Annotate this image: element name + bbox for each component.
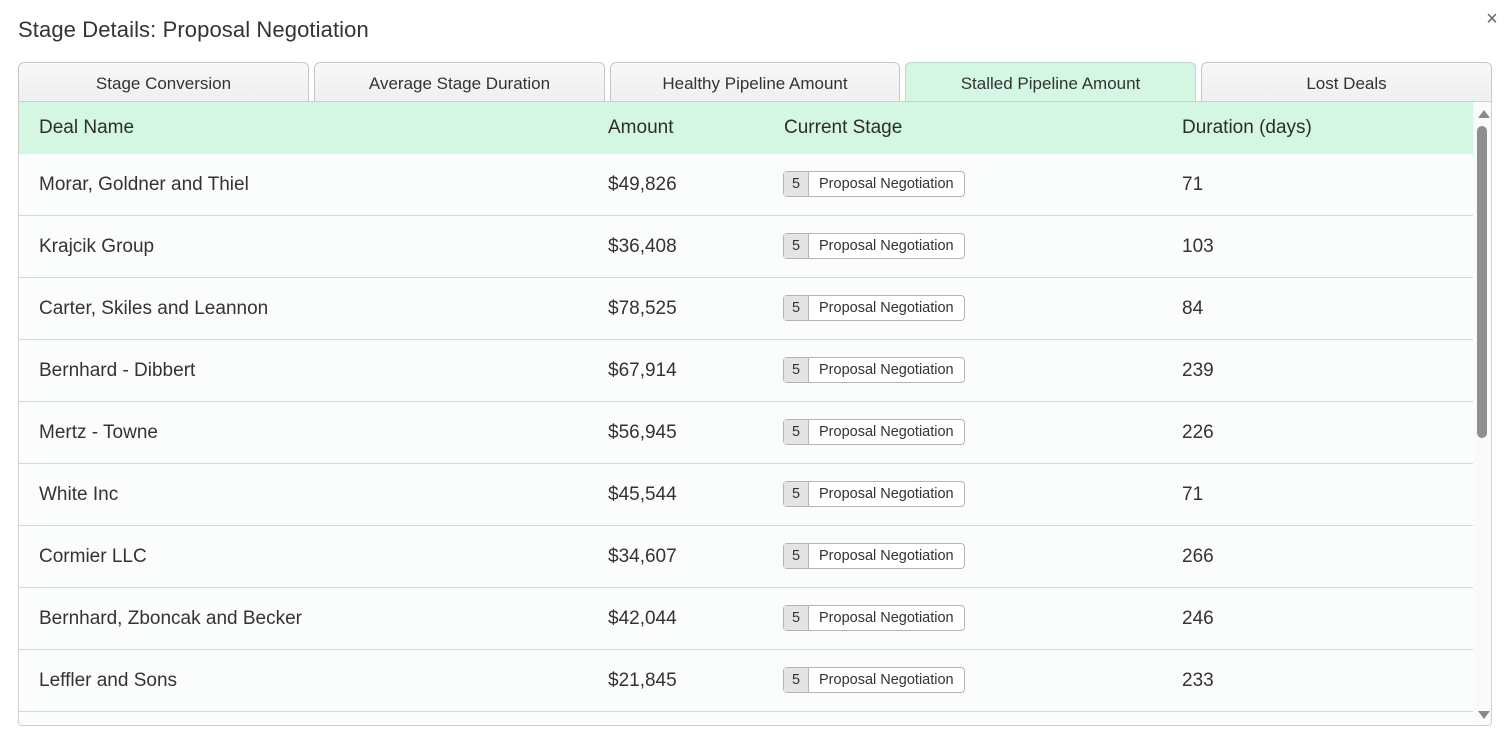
stage-label: Proposal Negotiation bbox=[819, 672, 954, 688]
amount-cell: $21,845 bbox=[608, 670, 677, 691]
deals-table-panel: Deal Name Amount Current Stage Duration … bbox=[18, 101, 1492, 726]
stage-label: Proposal Negotiation bbox=[819, 548, 954, 564]
table-header: Deal Name Amount Current Stage Duration … bbox=[19, 102, 1473, 155]
vertical-scrollbar[interactable] bbox=[1474, 102, 1491, 725]
stage-number: 5 bbox=[784, 296, 809, 320]
duration-cell: 246 bbox=[1182, 608, 1214, 629]
deal-name-cell: Krajcik Group bbox=[39, 236, 155, 257]
table-row[interactable]: Krajcik Group $36,408 5 Proposal Negotiatio… bbox=[19, 216, 1473, 278]
deal-name-cell: Carter, Skiles and Leannon bbox=[39, 298, 269, 319]
deal-name-cell: Bernhard, Zboncak and Becker bbox=[39, 608, 302, 629]
tab-stage-conversion[interactable]: Stage Conversion bbox=[18, 62, 309, 102]
stage-badge: 5 Proposal Negotiation bbox=[783, 481, 965, 507]
table-body: Morar, Goldner and Thiel $49,826 5 Proposal… bbox=[19, 154, 1473, 725]
amount-cell: $42,044 bbox=[608, 608, 677, 629]
stage-badge: 5 Proposal Negotiation bbox=[783, 171, 965, 197]
duration-cell: 233 bbox=[1182, 670, 1214, 691]
table-row[interactable]: Carter, Skiles and Leannon $78,525 5 Propos… bbox=[19, 278, 1473, 340]
tab-average-stage-duration[interactable]: Average Stage Duration bbox=[314, 62, 605, 102]
stage-label: Proposal Negotiation bbox=[819, 486, 954, 502]
amount-cell: $78,525 bbox=[608, 298, 677, 319]
deal-name-cell: Leffler and Sons bbox=[39, 670, 178, 691]
stage-number: 5 bbox=[784, 668, 809, 692]
tab-bar: Stage Conversion Average Stage Duration … bbox=[18, 62, 1492, 102]
table-row-partial[interactable] bbox=[19, 712, 1473, 725]
stage-number: 5 bbox=[784, 606, 809, 630]
column-header-duration[interactable]: Duration (days) bbox=[1182, 102, 1312, 154]
deal-name-cell: White Inc bbox=[39, 484, 119, 505]
table-row[interactable]: White Inc $45,544 5 Proposal Negotiation 71 bbox=[19, 464, 1473, 526]
amount-cell: $67,914 bbox=[608, 360, 677, 381]
stage-number: 5 bbox=[784, 172, 809, 196]
stage-number: 5 bbox=[784, 234, 809, 258]
stage-number: 5 bbox=[784, 358, 809, 382]
stage-badge: 5 Proposal Negotiation bbox=[783, 233, 965, 259]
stage-number: 5 bbox=[784, 544, 809, 568]
scrollbar-thumb[interactable] bbox=[1477, 126, 1487, 438]
stage-badge: 5 Proposal Negotiation bbox=[783, 419, 965, 445]
scroll-up-arrow-icon[interactable] bbox=[1478, 110, 1490, 118]
stage-number: 5 bbox=[784, 420, 809, 444]
duration-cell: 226 bbox=[1182, 422, 1214, 443]
stage-badge: 5 Proposal Negotiation bbox=[783, 605, 965, 631]
stage-label: Proposal Negotiation bbox=[819, 238, 954, 254]
amount-cell: $34,607 bbox=[608, 546, 677, 567]
tab-lost-deals[interactable]: Lost Deals bbox=[1201, 62, 1492, 102]
duration-cell: 84 bbox=[1182, 298, 1204, 319]
table-row[interactable]: Leffler and Sons $21,845 5 Proposal Negotia… bbox=[19, 650, 1473, 712]
duration-cell: 266 bbox=[1182, 546, 1214, 567]
duration-cell: 71 bbox=[1182, 174, 1204, 195]
close-icon[interactable]: × bbox=[1481, 8, 1503, 30]
stage-number: 5 bbox=[784, 482, 809, 506]
table-row[interactable]: Cormier LLC $34,607 5 Proposal Negotiation 2… bbox=[19, 526, 1473, 588]
duration-cell: 239 bbox=[1182, 360, 1214, 381]
scroll-down-arrow-icon[interactable] bbox=[1478, 711, 1490, 719]
stage-label: Proposal Negotiation bbox=[819, 300, 954, 316]
table-row[interactable]: Bernhard, Zboncak and Becker $42,044 5 Prop… bbox=[19, 588, 1473, 650]
table-row[interactable]: Morar, Goldner and Thiel $49,826 5 Proposal… bbox=[19, 154, 1473, 216]
stage-label: Proposal Negotiation bbox=[819, 362, 954, 378]
stage-badge: 5 Proposal Negotiation bbox=[783, 543, 965, 569]
duration-cell: 71 bbox=[1182, 484, 1204, 505]
deal-name-cell: Cormier LLC bbox=[39, 546, 147, 567]
stage-label: Proposal Negotiation bbox=[819, 176, 954, 192]
stage-badge: 5 Proposal Negotiation bbox=[783, 667, 965, 693]
stage-label: Proposal Negotiation bbox=[819, 424, 954, 440]
table-row[interactable]: Mertz - Towne $56,945 5 Proposal Negotiatio… bbox=[19, 402, 1473, 464]
amount-cell: $45,544 bbox=[608, 484, 677, 505]
amount-cell: $56,945 bbox=[608, 422, 677, 443]
deal-name-cell: Morar, Goldner and Thiel bbox=[39, 174, 249, 195]
tab-healthy-pipeline-amount[interactable]: Healthy Pipeline Amount bbox=[610, 62, 900, 102]
column-header-deal-name[interactable]: Deal Name bbox=[39, 102, 134, 154]
amount-cell: $49,826 bbox=[608, 174, 677, 195]
stage-label: Proposal Negotiation bbox=[819, 610, 954, 626]
deal-name-cell: Mertz - Towne bbox=[39, 422, 158, 443]
duration-cell: 103 bbox=[1182, 236, 1214, 257]
column-header-current-stage[interactable]: Current Stage bbox=[784, 102, 902, 154]
deal-name-cell: Bernhard - Dibbert bbox=[39, 360, 196, 381]
stage-badge: 5 Proposal Negotiation bbox=[783, 295, 965, 321]
amount-cell: $36,408 bbox=[608, 236, 677, 257]
table-row[interactable]: Bernhard - Dibbert $67,914 5 Proposal Negot… bbox=[19, 340, 1473, 402]
column-header-amount[interactable]: Amount bbox=[608, 102, 673, 154]
dialog-title: Stage Details: Proposal Negotiation bbox=[18, 17, 369, 42]
stage-badge: 5 Proposal Negotiation bbox=[783, 357, 965, 383]
tab-stalled-pipeline-amount[interactable]: Stalled Pipeline Amount bbox=[905, 62, 1196, 102]
